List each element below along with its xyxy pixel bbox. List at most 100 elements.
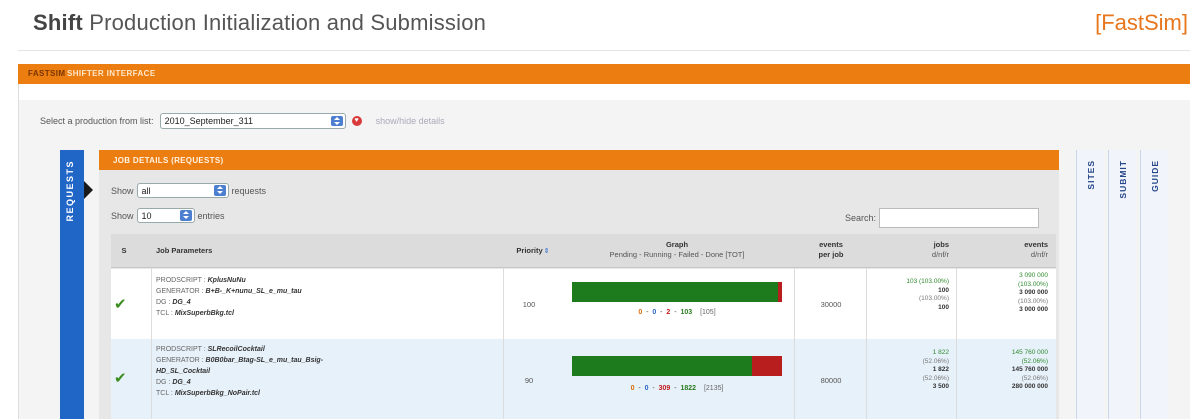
select-arrows-icon bbox=[179, 210, 192, 221]
dg-value: DG_4 bbox=[172, 379, 191, 386]
prodscript-label: PRODSCRIPT : bbox=[156, 277, 206, 284]
jobs-stat: 100 bbox=[938, 303, 949, 311]
generator-value: B+B-_K+nunu_SL_e_mu_tau bbox=[205, 288, 302, 295]
col-jobs-line2: d/nf/r bbox=[931, 250, 949, 259]
job-counts: 0 - 0 - 2 - 103 [105] bbox=[638, 309, 716, 316]
tab-sites[interactable]: SITES bbox=[1076, 150, 1104, 419]
col-priority[interactable]: Priority bbox=[503, 246, 563, 257]
check-icon: ✔ bbox=[114, 370, 127, 387]
fastsim-link[interactable]: [FastSim] bbox=[1095, 10, 1188, 36]
col-jobs[interactable]: jobs d/nf/r bbox=[889, 240, 949, 260]
running-count: 0 bbox=[652, 309, 657, 316]
job-parameters: PRODSCRIPT : SLRecoilCocktail GENERATOR … bbox=[156, 344, 323, 399]
events-per-job-value: 80000 bbox=[820, 376, 842, 385]
search-label: Search: bbox=[845, 213, 877, 223]
events-stats: 3 090 000 (103.00%) 3 090 000 (103.00%) … bbox=[968, 272, 1048, 315]
jobs-stat: 1 822 bbox=[932, 366, 949, 373]
col-jobs-line1: jobs bbox=[933, 240, 949, 249]
table-row[interactable]: ✔ PRODSCRIPT : SLRecoilCocktail GENERATO… bbox=[111, 339, 1056, 419]
tcl-value: MixSuperbBkg_NoPair.tcl bbox=[174, 390, 261, 397]
production-select[interactable]: 2010_September_311 bbox=[159, 113, 346, 129]
header-divider bbox=[18, 50, 1190, 51]
tab-guide[interactable]: GUIDE bbox=[1140, 150, 1168, 419]
check-icon: ✔ bbox=[114, 296, 127, 313]
active-tab-arrow-icon bbox=[84, 181, 93, 199]
priority-value: 100 bbox=[522, 300, 536, 309]
bar-label: SHIFTER INTERFACE bbox=[67, 69, 156, 78]
requests-filter-row: Show all requests bbox=[111, 183, 266, 198]
entries-value: 10 bbox=[141, 211, 152, 221]
show-label: Show bbox=[111, 185, 134, 196]
pending-count: 0 bbox=[638, 309, 643, 316]
prodscript-value: KplusNuNu bbox=[207, 277, 246, 284]
failed-count: 2 bbox=[666, 309, 671, 316]
progress-bar bbox=[572, 282, 782, 302]
job-parameters: PRODSCRIPT : KplusNuNu GENERATOR : B+B-_… bbox=[156, 275, 302, 319]
column-divider bbox=[866, 268, 867, 419]
col-graph[interactable]: Graph Pending - Running - Failed - Done … bbox=[566, 240, 788, 260]
page-header: Shift Production Initialization and Subm… bbox=[0, 0, 1190, 51]
entries-select[interactable]: 10 bbox=[136, 208, 195, 223]
side-tabs: SITES SUBMIT GUIDE bbox=[1071, 150, 1190, 419]
jobs-stat: (103.00%) bbox=[919, 295, 949, 302]
show-hide-details-link[interactable]: show/hide details bbox=[376, 116, 445, 126]
select-arrows-icon bbox=[213, 185, 226, 196]
job-counts: 0 - 0 - 309 - 1822 [2135] bbox=[630, 385, 724, 392]
jobs-stat: 1 822 bbox=[932, 349, 949, 356]
total-count: [105] bbox=[700, 309, 716, 316]
tcl-label: TCL : bbox=[156, 390, 173, 397]
col-events-per-job[interactable]: events per job bbox=[801, 240, 861, 260]
tab-sites-label: SITES bbox=[1086, 160, 1096, 190]
events-stat: 280 000 000 bbox=[1011, 383, 1048, 390]
events-stat: 3 000 000 bbox=[1019, 306, 1048, 313]
progress-bar bbox=[572, 356, 782, 376]
col-events[interactable]: events d/nf/r bbox=[986, 240, 1048, 260]
progress-bar-failed bbox=[778, 282, 782, 302]
column-divider bbox=[151, 268, 152, 419]
show-entries-label: Show bbox=[111, 210, 134, 221]
tab-submit[interactable]: SUBMIT bbox=[1108, 150, 1136, 419]
events-stat: 145 760 000 bbox=[1011, 349, 1048, 356]
heart-icon[interactable]: ♥ bbox=[351, 116, 362, 126]
page-title-rest: Production Initialization and Submission bbox=[82, 10, 487, 35]
prodscript-value: SLRecoilCocktail bbox=[207, 346, 265, 353]
job-details-header: JOB DETAILS (REQUESTS) bbox=[99, 150, 1059, 170]
done-count: 103 bbox=[680, 309, 693, 316]
dg-label: DG : bbox=[156, 379, 171, 386]
col-events-per-job-line1: events bbox=[819, 240, 843, 249]
job-details-title: JOB DETAILS (REQUESTS) bbox=[113, 156, 224, 165]
col-graph-subtitle: Pending - Running - Failed - Done [TOT] bbox=[609, 250, 745, 259]
events-stat: (52.06%) bbox=[1021, 357, 1048, 365]
jobs-stats: 103 (103.00%) 100 (103.00%) 100 bbox=[869, 278, 949, 312]
tab-guide-label: GUIDE bbox=[1150, 160, 1160, 192]
tab-requests[interactable]: REQUESTS bbox=[60, 150, 84, 419]
search-row: Search: bbox=[845, 208, 1040, 228]
col-job-parameters[interactable]: Job Parameters bbox=[156, 246, 212, 256]
failed-count: 309 bbox=[658, 385, 671, 392]
column-divider bbox=[503, 268, 504, 419]
table-header: S Job Parameters Priority Graph Pending … bbox=[111, 234, 1056, 268]
running-count: 0 bbox=[644, 385, 649, 392]
requests-label: requests bbox=[231, 185, 267, 196]
page-title: Shift Production Initialization and Subm… bbox=[33, 10, 486, 36]
column-divider bbox=[794, 268, 795, 419]
shifter-interface-bar: FASTSIM SHIFTER INTERFACE bbox=[18, 64, 1190, 84]
search-input[interactable] bbox=[879, 208, 1040, 228]
events-stat: (103.00%) bbox=[1018, 280, 1048, 288]
col-events-line1: events bbox=[1024, 240, 1048, 249]
jobs-stat: 100 bbox=[938, 286, 949, 294]
tab-submit-label: SUBMIT bbox=[1118, 160, 1128, 199]
generator-value: B0B0bar_Btag-SL_e_mu_tau_Bsig- bbox=[205, 357, 324, 364]
generator-label: GENERATOR : bbox=[156, 288, 204, 295]
requests-filter-select[interactable]: all bbox=[136, 183, 229, 198]
total-count: [2135] bbox=[703, 385, 724, 392]
table-row[interactable]: ✔ PRODSCRIPT : KplusNuNu GENERATOR : B+B… bbox=[111, 269, 1056, 339]
col-graph-title: Graph bbox=[665, 240, 689, 249]
events-stat: 145 760 000 bbox=[1011, 366, 1048, 373]
events-stat: (103.00%) bbox=[1018, 297, 1048, 305]
col-status[interactable]: S bbox=[117, 246, 131, 256]
dg-label: DG : bbox=[156, 299, 171, 306]
events-per-job-value: 30000 bbox=[820, 300, 842, 309]
events-stat: (52.06%) bbox=[1021, 374, 1048, 382]
generator-value-continued: HD_SL_Cocktail bbox=[156, 368, 211, 375]
